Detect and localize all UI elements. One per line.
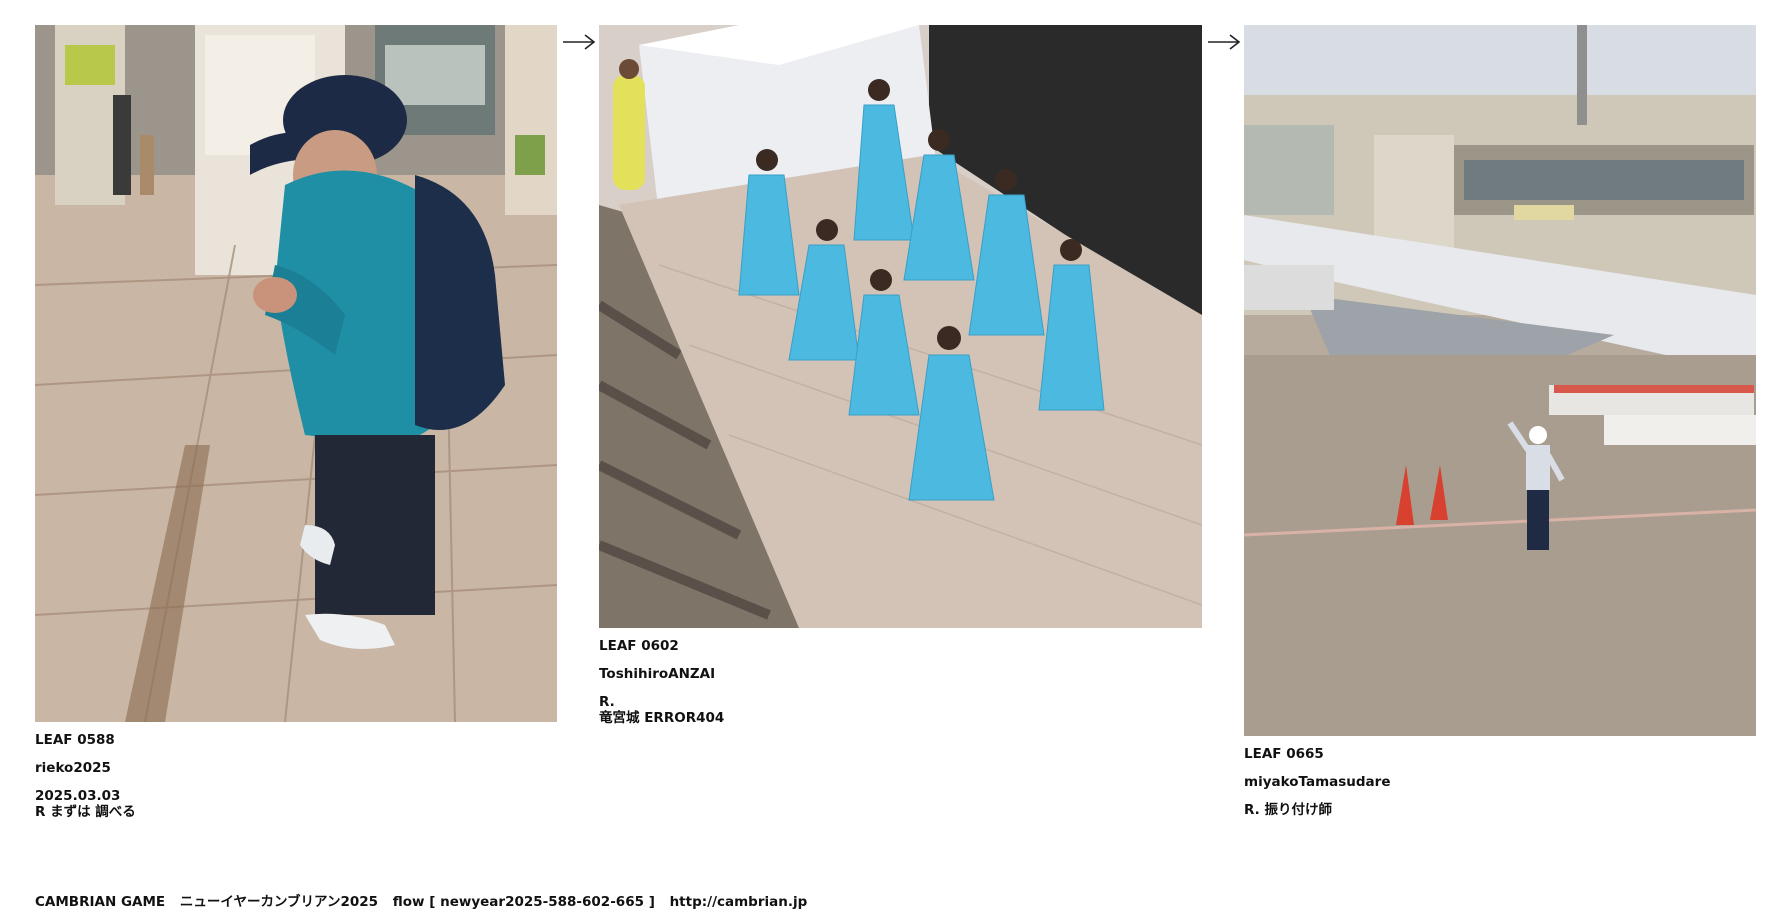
leaf-author[interactable]: ToshihiroANZAI [599,666,724,682]
photo-airport-marshaller[interactable] [1244,25,1756,736]
photo-hula-dancers[interactable] [599,25,1202,628]
leaf-id[interactable]: LEAF 0588 [35,732,136,748]
leaf-title: R まずは 調べる [35,804,136,820]
photo-man-in-station[interactable] [35,25,557,722]
leaf-id[interactable]: LEAF 0602 [599,638,724,654]
flow-arrow-icon [562,33,596,51]
leaf-r-label: R. [599,694,615,710]
footer-event-name: ニューイヤーカンブリアン2025 [179,894,379,910]
leaf-author[interactable]: rieko2025 [35,760,136,776]
flow-arrow-icon [1207,33,1241,51]
footer-flow-id: flow [ newyear2025-588-602-665 ] [392,894,655,910]
footer-url-link[interactable]: http://cambrian.jp [670,894,808,910]
leaf-title: R. 振り付け師 [1244,802,1332,818]
leaf-caption: LEAF 0602 ToshihiroANZAI R. 竜宮城 ERROR404 [599,638,724,726]
footer: CAMBRIAN GAME ニューイヤーカンブリアン2025 flow [ ne… [35,890,817,910]
leaf-date: 2025.03.03 [35,788,121,804]
leaf-id[interactable]: LEAF 0665 [1244,746,1390,762]
leaf-caption: LEAF 0588 rieko2025 2025.03.03 R まずは 調べる [35,732,136,820]
footer-game-title: CAMBRIAN GAME [35,894,166,910]
leaf-author[interactable]: miyakoTamasudare [1244,774,1390,790]
leaf-caption: LEAF 0665 miyakoTamasudare R. 振り付け師 [1244,746,1390,818]
leaf-title: 竜宮城 ERROR404 [599,710,725,726]
